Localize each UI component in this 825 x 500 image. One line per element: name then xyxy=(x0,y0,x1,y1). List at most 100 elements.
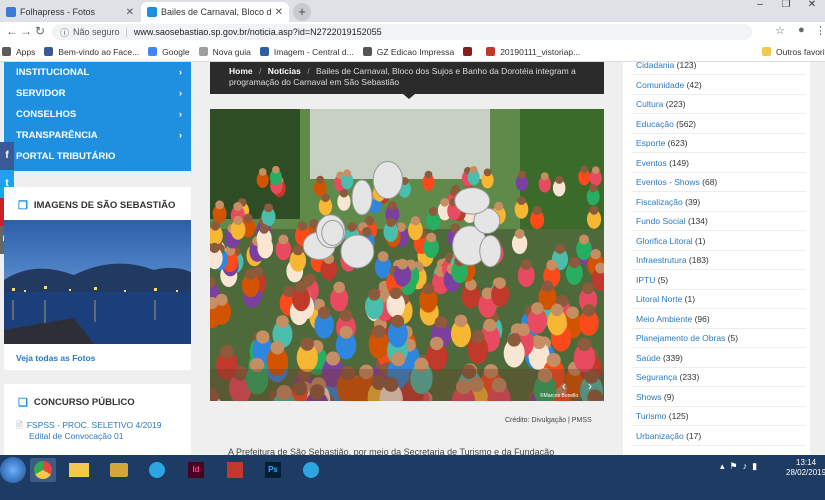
other-favorites[interactable]: Outros favoritos xyxy=(762,47,825,57)
close-tab-icon[interactable]: ✕ xyxy=(275,7,283,18)
close-tab-icon[interactable]: ✕ xyxy=(126,7,134,18)
category-divider xyxy=(631,230,806,231)
forward-icon[interactable]: → xyxy=(20,24,32,38)
category-link[interactable]: Urbanização (17) xyxy=(636,431,701,441)
folhapress-favicon-icon xyxy=(6,7,16,17)
bookmark-item[interactable]: Bem-vindo ao Face... xyxy=(44,47,139,57)
concurso-item[interactable]: 🗎 FSPSS - PROC. SELETIVO 4/2019 Edital de… xyxy=(16,420,161,442)
chrome-taskbar-button[interactable] xyxy=(30,458,56,482)
crowd-head xyxy=(494,201,504,211)
category-link[interactable]: Fiscalização (39) xyxy=(636,197,700,207)
bookmark-item[interactable]: Imagem - Central d... xyxy=(259,47,354,57)
crowd-head xyxy=(469,165,478,174)
app-icon xyxy=(227,462,243,478)
indesign-icon: Id xyxy=(188,462,204,478)
bookmark-item[interactable]: Google xyxy=(148,47,190,57)
breadcrumb-section[interactable]: Notícias xyxy=(268,66,301,76)
category-link[interactable]: Meio Ambiente (96) xyxy=(636,314,710,324)
category-link[interactable]: Segurança (233) xyxy=(636,372,699,382)
category-link[interactable]: Infraestrutura (183) xyxy=(636,255,709,265)
images-title: IMAGENS DE SÃO SEBASTIÃO xyxy=(33,200,176,211)
category-link[interactable]: Educação (562) xyxy=(636,119,696,129)
minimize-icon[interactable]: – xyxy=(747,0,773,12)
category-link[interactable]: Shows (9) xyxy=(636,392,674,402)
network-icon[interactable]: ▮ xyxy=(752,461,762,471)
drum xyxy=(372,161,404,200)
tab-active-article[interactable]: Bailes de Carnaval, Bloco dos Sujo ✕ xyxy=(141,2,289,22)
start-button[interactable] xyxy=(0,457,26,483)
bookmark-item[interactable]: Nova guia xyxy=(198,46,251,57)
menu-icon[interactable]: ⋮ xyxy=(815,24,825,37)
photoshop-taskbar-button[interactable]: Ps xyxy=(260,458,286,482)
category-link[interactable]: Comunidade (42) xyxy=(636,80,702,90)
category-link[interactable]: Cultura (223) xyxy=(636,99,686,109)
nav-item-portal-tributario[interactable]: PORTAL TRIBUTÁRIO xyxy=(16,146,182,166)
nav-item-servidor[interactable]: SERVIDOR › xyxy=(16,83,182,103)
crowd-head xyxy=(243,213,253,223)
system-tray[interactable]: ▴⚑♪▮ xyxy=(720,461,762,472)
nav-item-institucional[interactable]: INSTITUCIONAL › xyxy=(16,62,182,82)
telegram-taskbar-button-2[interactable] xyxy=(298,458,324,482)
app-taskbar-button[interactable] xyxy=(222,458,248,482)
nav-item-conselhos[interactable]: CONSELHOS › xyxy=(16,104,182,124)
bookmark-item[interactable] xyxy=(463,47,477,56)
prev-arrow-icon[interactable]: ‹ xyxy=(562,379,566,393)
windows-taskbar: Id Ps ▴⚑♪▮ 13:14 28/02/2019 xyxy=(0,455,825,500)
nav-item-transparencia[interactable]: TRANSPARÊNCIA › xyxy=(16,125,182,145)
tab-folhapress[interactable]: Folhapress - Fotos ✕ xyxy=(0,2,140,22)
bookmark-star-icon[interactable]: ☆ xyxy=(775,24,785,37)
concurso-item-title: FSPSS - PROC. SELETIVO 4/2019 xyxy=(26,420,162,430)
profile-icon[interactable]: ● xyxy=(798,24,805,36)
crowd-head xyxy=(520,259,532,271)
category-count: (623) xyxy=(665,138,688,148)
category-link[interactable]: Litoral Norte (1) xyxy=(636,294,695,304)
category-link[interactable]: Cidadania (123) xyxy=(636,62,697,70)
category-link[interactable]: IPTU (5) xyxy=(636,275,668,285)
back-icon[interactable]: ← xyxy=(6,24,18,38)
bookmark-item[interactable]: Apps xyxy=(2,47,35,57)
bookmark-label: Nova guia xyxy=(212,46,251,57)
crowd-head xyxy=(531,302,544,315)
clock-time: 13:14 xyxy=(796,458,817,467)
category-name: Fiscalização xyxy=(636,196,683,207)
crowd-head xyxy=(256,330,270,344)
see-all-photos-link[interactable]: Veja todas as Fotos xyxy=(16,353,95,363)
left-navigation: INSTITUCIONAL › SERVIDOR › CONSELHOS › TRAN… xyxy=(4,62,191,171)
flag-icon[interactable]: ⚑ xyxy=(730,461,743,471)
category-link[interactable]: Glorifica Litoral (1) xyxy=(636,236,705,246)
close-window-icon[interactable]: ✕ xyxy=(799,0,825,12)
bookmark-item[interactable]: GZ Edicao Impressa xyxy=(362,47,454,57)
article-photo[interactable]: ©Marcos Bonello ‹ › xyxy=(210,109,604,401)
new-tab-button[interactable]: + xyxy=(293,3,311,21)
breadcrumb-home[interactable]: Home xyxy=(229,66,253,76)
facebook-icon[interactable]: f xyxy=(0,142,14,170)
indesign-taskbar-button[interactable]: Id xyxy=(183,458,209,482)
reload-icon[interactable]: ↻ xyxy=(35,24,45,38)
explorer-taskbar-button[interactable] xyxy=(66,458,92,482)
city-night-photo[interactable] xyxy=(4,220,191,344)
bookmark-item[interactable]: 20190111_vistoriap... xyxy=(486,47,580,57)
tray-arrow-icon[interactable]: ▴ xyxy=(720,461,730,471)
crowd-head xyxy=(546,259,558,271)
category-count: (5) xyxy=(655,274,669,285)
info-icon[interactable]: ⓘ xyxy=(60,26,69,39)
category-link[interactable]: Turismo (125) xyxy=(636,411,689,421)
tab-label: Folhapress - Fotos xyxy=(20,7,96,17)
category-name: Infraestrutura xyxy=(636,255,687,265)
folder-taskbar-button[interactable] xyxy=(106,458,132,482)
telegram-taskbar-button[interactable] xyxy=(144,458,170,482)
category-link[interactable]: Eventos - Shows (68) xyxy=(636,177,717,187)
explorer-icon xyxy=(69,463,89,477)
category-link[interactable]: Esporte (623) xyxy=(636,138,688,148)
category-link[interactable]: Fundo Social (134) xyxy=(636,216,708,226)
clock[interactable]: 13:14 28/02/2019 xyxy=(786,458,825,478)
category-link[interactable]: Planejamento de Obras (5) xyxy=(636,333,738,343)
category-count: (149) xyxy=(666,157,689,168)
category-link[interactable]: Eventos (149) xyxy=(636,158,689,168)
category-count: (9) xyxy=(661,391,675,402)
next-arrow-icon[interactable]: › xyxy=(588,379,592,393)
volume-icon[interactable]: ♪ xyxy=(743,461,753,471)
maximize-icon[interactable]: ❐ xyxy=(773,0,799,12)
category-link[interactable]: Saúde (339) xyxy=(636,353,683,363)
address-bar[interactable]: ⓘ Não seguro | www.saosebastiao.sp.gov.b… xyxy=(52,24,752,40)
